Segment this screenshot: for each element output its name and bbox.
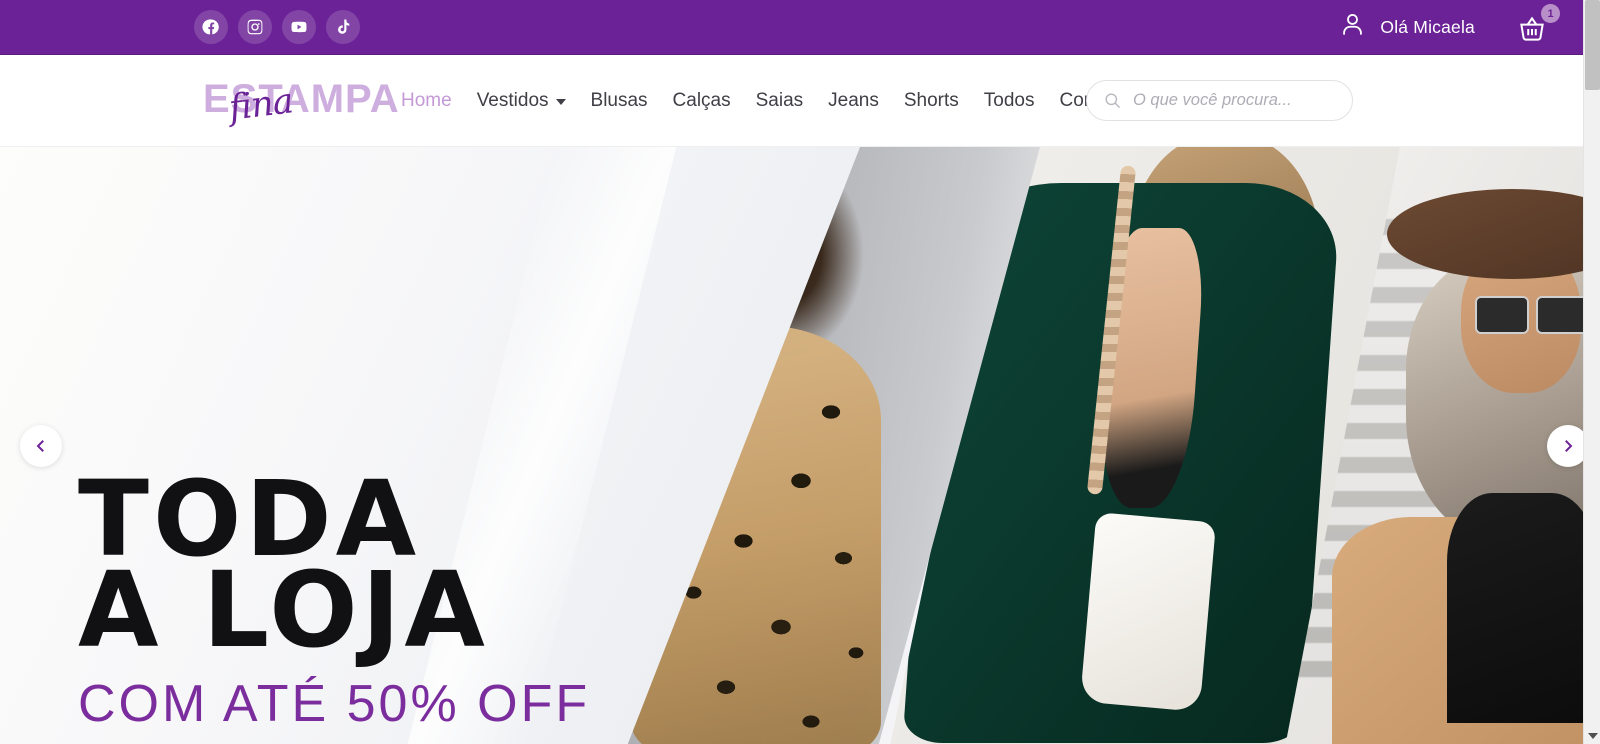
- nav-item-shorts[interactable]: Shorts: [904, 90, 959, 112]
- search-input[interactable]: [1133, 91, 1336, 110]
- white-handbag: [1079, 512, 1217, 712]
- nav-label: Vestidos: [476, 89, 549, 111]
- nav-label: Home: [401, 89, 452, 111]
- nav-label: Calças: [672, 89, 731, 111]
- nav-item-home[interactable]: Home: [401, 90, 452, 112]
- scrollbar-thumb[interactable]: [1585, 0, 1600, 90]
- user-greeting: Olá Micaela: [1380, 16, 1475, 37]
- site-logo[interactable]: ESTAMPA fina: [203, 73, 399, 129]
- nav-label: Saias: [755, 89, 804, 111]
- caret-down-icon: [1587, 732, 1598, 739]
- chevron-down-icon: [555, 99, 566, 105]
- browser-scrollbar[interactable]: [1583, 0, 1600, 744]
- scrollbar-down-arrow[interactable]: [1584, 727, 1600, 744]
- nav-item-saias[interactable]: Saias: [756, 90, 804, 112]
- tiktok-icon[interactable]: [326, 10, 360, 44]
- cart-button[interactable]: 1: [1517, 4, 1560, 44]
- hero-headline-line2: A LOJA: [78, 549, 489, 672]
- logo-script-text: fina: [226, 80, 295, 129]
- top-bar-right-group: Olá Micaela 1: [1339, 4, 1560, 44]
- top-utility-bar: Olá Micaela 1: [0, 0, 1583, 55]
- nav-item-todos[interactable]: Todos: [984, 90, 1035, 112]
- black-turtleneck: [1447, 493, 1583, 724]
- chevron-left-icon: [36, 439, 44, 452]
- facebook-icon[interactable]: [194, 10, 228, 44]
- nav-label: Blusas: [590, 89, 648, 111]
- search-icon: [1105, 93, 1121, 109]
- nav-label: Todos: [983, 89, 1035, 111]
- main-navigation: Home Vestidos Blusas Calças Saias Jeans …: [401, 90, 1126, 112]
- chevron-right-icon: [1565, 439, 1573, 452]
- nav-item-blusas[interactable]: Blusas: [591, 90, 648, 112]
- carousel-prev-button[interactable]: [20, 424, 62, 467]
- hero-subheadline: COM ATÉ 50% OFF: [78, 674, 591, 733]
- social-links: [194, 10, 360, 44]
- hero-carousel: TODA A LOJA COM ATÉ 50% OFF: [0, 147, 1583, 744]
- cart-badge: 1: [1541, 4, 1560, 23]
- nav-item-vestidos[interactable]: Vestidos: [477, 90, 566, 112]
- account-link[interactable]: Olá Micaela: [1339, 11, 1475, 43]
- nav-item-jeans[interactable]: Jeans: [828, 90, 879, 112]
- search-bar[interactable]: [1086, 80, 1353, 121]
- nav-label: Jeans: [828, 89, 879, 111]
- instagram-icon[interactable]: [238, 10, 272, 44]
- nav-label: Shorts: [903, 89, 959, 111]
- sunglasses-icon: [1474, 296, 1583, 335]
- user-icon: [1339, 11, 1366, 43]
- youtube-icon[interactable]: [282, 10, 316, 44]
- browser-viewport: Olá Micaela 1 ESTAMPA fina Home Vestidos…: [0, 0, 1583, 744]
- carousel-next-button[interactable]: [1547, 424, 1583, 467]
- nav-item-calcas[interactable]: Calças: [673, 90, 731, 112]
- hero-promo-text: TODA A LOJA COM ATÉ 50% OFF: [78, 467, 591, 734]
- site-header: ESTAMPA fina Home Vestidos Blusas Calças…: [0, 55, 1583, 147]
